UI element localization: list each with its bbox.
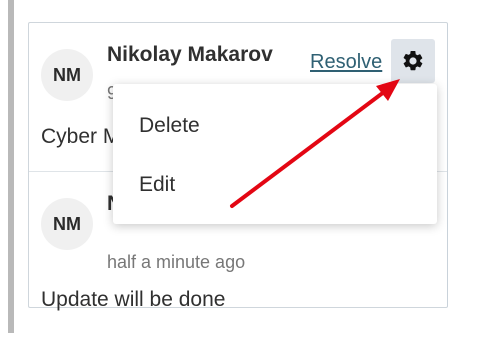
resolve-link[interactable]: Resolve	[310, 51, 382, 74]
comment-thread-card: NM Nikolay Makarov 9 Cyber M Resolve NM …	[28, 22, 448, 311]
comment-body: Cyber M	[41, 125, 121, 148]
settings-button[interactable]	[391, 39, 435, 83]
left-border-bar	[8, 0, 14, 333]
comment-actions-menu: Delete Edit	[113, 84, 437, 224]
menu-item-edit[interactable]: Edit	[139, 173, 175, 197]
comment-body: Update will be done	[41, 288, 226, 311]
comment-time: half a minute ago	[107, 252, 246, 272]
avatar: NM	[41, 198, 93, 250]
comment-panel: NM Nikolay Makarov 9 Cyber M Resolve NM …	[0, 0, 478, 338]
comment-author: Nikolay Makarov	[107, 43, 273, 66]
gear-icon	[403, 50, 423, 71]
avatar: NM	[41, 49, 93, 101]
menu-item-delete[interactable]: Delete	[139, 114, 200, 138]
